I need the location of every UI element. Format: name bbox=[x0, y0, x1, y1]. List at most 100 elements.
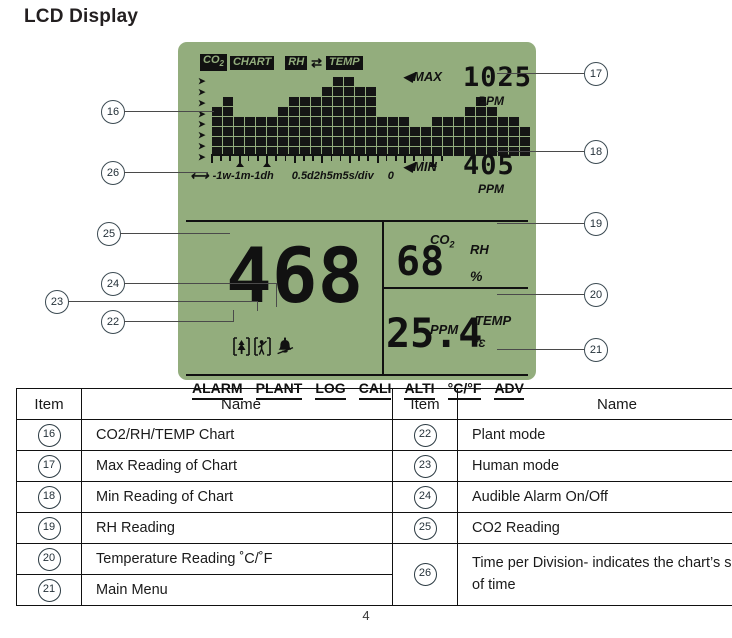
chart-bar bbox=[377, 117, 387, 156]
chart-bar-cell bbox=[443, 127, 453, 136]
chart-bar-cell bbox=[498, 127, 508, 136]
chart-axis-tick bbox=[385, 156, 388, 161]
table-row: 17 Max Reading of Chart 23 Human mode bbox=[16, 450, 732, 482]
chart-bar-cell bbox=[333, 127, 343, 136]
chart-axis-tick bbox=[330, 156, 333, 161]
co2-reading-subscript: 2 bbox=[449, 239, 455, 250]
callout-23-leader-h bbox=[68, 301, 258, 303]
swap-arrows-icon: ⇄ bbox=[311, 55, 323, 71]
chart-axis-tick bbox=[376, 156, 379, 163]
chart-axis-tick bbox=[321, 156, 324, 163]
table-cell-item-left: 16 bbox=[16, 419, 82, 451]
callout-20-leader bbox=[497, 294, 584, 296]
chart-axis-marker bbox=[263, 162, 272, 167]
chart-bar-cell bbox=[344, 77, 354, 86]
chart-bar-cell bbox=[212, 117, 222, 126]
chart-bar-cell bbox=[355, 97, 365, 106]
chart-bar-cell bbox=[465, 127, 475, 136]
chart-bar-cell bbox=[344, 107, 354, 116]
chart-bar bbox=[333, 77, 343, 156]
lcd-display-panel: CO2 CHART RH ⇄ TEMP ➤ ➤ ➤ ➤ ➤ ➤ ➤ ➤ ⟷ -1 bbox=[178, 42, 536, 400]
divider-rh-temp bbox=[382, 287, 528, 289]
table-cell-name-right: Human mode bbox=[457, 450, 732, 482]
table-cell-name-left: Main Menu bbox=[81, 574, 393, 606]
table-cell-item-right: 26 bbox=[392, 543, 458, 606]
chart-bar-cell bbox=[366, 117, 376, 126]
chart-bar-cell bbox=[278, 127, 288, 136]
co2-indicator: CO2 bbox=[200, 54, 227, 72]
chart-bar-cell bbox=[311, 117, 321, 126]
chart-bar-cell bbox=[432, 127, 442, 136]
callout-22-leader-v bbox=[233, 310, 235, 322]
chart-bar-cell bbox=[300, 127, 310, 136]
chart-bar-cell bbox=[322, 87, 332, 96]
item-number-badge: 24 bbox=[413, 485, 437, 509]
chart-bar-cell bbox=[476, 117, 486, 126]
y-arrow-icon: ➤ bbox=[198, 97, 206, 108]
chart-bar-cell bbox=[366, 127, 376, 136]
chart-axis-tick bbox=[441, 156, 443, 161]
header-name-left: Name bbox=[81, 388, 393, 420]
chart-axis-tick bbox=[293, 156, 296, 163]
co2-subscript: 2 bbox=[219, 59, 224, 69]
callout-18-leader bbox=[497, 151, 584, 153]
chart-bar-cell bbox=[454, 117, 464, 126]
callout-25-leader bbox=[120, 233, 230, 235]
item-number-badge: 23 bbox=[413, 454, 437, 478]
callout-26-leader bbox=[124, 172, 208, 174]
time-axis-zero: 0 bbox=[387, 170, 394, 182]
chart-bar-cell bbox=[289, 117, 299, 126]
chart-bar-cell bbox=[509, 127, 519, 136]
table-cell-item-left: 17 bbox=[16, 450, 82, 482]
table-header-row: Item Name Item Name bbox=[16, 388, 732, 420]
chart-bar-cell bbox=[476, 127, 486, 136]
chart-bar-cell bbox=[443, 117, 453, 126]
chart-bar-cell bbox=[399, 127, 409, 136]
chart-bar-cell bbox=[366, 87, 376, 96]
plant-mode-icon bbox=[233, 337, 250, 359]
callout-16-leader bbox=[124, 111, 214, 113]
chart-bar-cell bbox=[443, 137, 453, 146]
chart-axis-tick bbox=[367, 156, 369, 161]
chart-bar-cell bbox=[322, 97, 332, 106]
table-cell-name-left: Temperature Reading ˚C/˚F bbox=[81, 543, 393, 575]
item-number-badge: 22 bbox=[413, 423, 437, 447]
chart-bar bbox=[212, 107, 222, 156]
chart-bar-cell bbox=[333, 107, 343, 116]
lcd-mode-indicator-row: CO2 CHART RH ⇄ TEMP bbox=[200, 54, 363, 72]
callout-18: 18 bbox=[584, 140, 608, 164]
temp-reading-label: TEMP bbox=[475, 313, 512, 328]
table-cell-name-right: Time per Division- indicates the chart’s… bbox=[457, 543, 732, 606]
chart-bar-cell bbox=[234, 127, 244, 136]
callout-17: 17 bbox=[584, 62, 608, 86]
chart-bar-cell bbox=[355, 87, 365, 96]
table-cell-item-left: 18 bbox=[16, 481, 82, 513]
temp-reading-value: 25.4 bbox=[386, 311, 483, 357]
y-arrow-icon: ➤ bbox=[198, 86, 206, 97]
temp-indicator: TEMP bbox=[326, 55, 363, 70]
chart-bar-cell bbox=[333, 77, 343, 86]
callout-22: 22 bbox=[101, 310, 125, 334]
y-arrow-icon: ➤ bbox=[198, 151, 206, 162]
item-number-badge: 19 bbox=[37, 516, 61, 540]
chart-bar-cell bbox=[223, 107, 233, 116]
chart-axis-tick bbox=[247, 156, 250, 161]
chart-bar-cell bbox=[377, 127, 387, 136]
chart-bar-cell bbox=[278, 117, 288, 126]
chart-bar bbox=[256, 117, 266, 156]
chart-axis-tick bbox=[275, 156, 277, 161]
chart-bar-cell bbox=[267, 137, 277, 146]
chart-bar-cell bbox=[289, 137, 299, 146]
audible-alarm-icon-svg bbox=[277, 337, 294, 355]
callout-17-leader bbox=[497, 73, 584, 75]
chart-bar-cell bbox=[366, 97, 376, 106]
chart-bar-cell bbox=[311, 137, 321, 146]
item-number-badge: 26 bbox=[413, 563, 437, 586]
chart-bar bbox=[399, 117, 409, 156]
chart-bar bbox=[410, 127, 420, 156]
table-cell-item-left: 20 bbox=[16, 543, 82, 575]
callout-16: 16 bbox=[101, 100, 125, 124]
chart-bar-cell bbox=[300, 97, 310, 106]
chart-bar bbox=[311, 97, 321, 156]
item-number-badge: 20 bbox=[37, 547, 61, 571]
